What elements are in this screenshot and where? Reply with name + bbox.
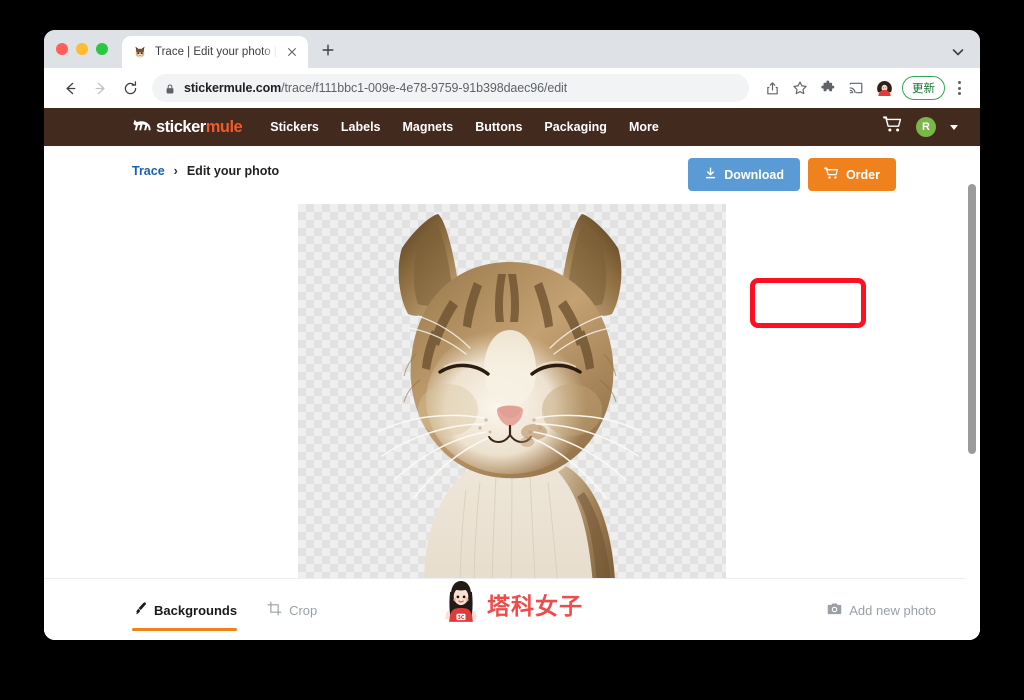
avatar[interactable]: R — [916, 117, 936, 137]
tab-crop[interactable]: Crop — [267, 579, 317, 640]
mule-favicon — [132, 44, 148, 60]
order-button[interactable]: Order — [807, 158, 896, 191]
profile-avatar-icon[interactable] — [871, 75, 897, 101]
chevron-down-icon[interactable] — [950, 124, 958, 130]
plus-icon — [321, 43, 335, 62]
web-page: stickermule Stickers Labels Magnets Butt… — [44, 108, 980, 640]
tab-title: Trace | Edit your photo | Sticker — [155, 46, 277, 58]
shopping-cart-icon — [824, 167, 839, 183]
url-path: /trace/f111bbc1-009e-4e78-9759-91b398dae… — [281, 81, 568, 95]
site-nav: Stickers Labels Magnets Buttons Packagin… — [270, 120, 659, 134]
camera-icon — [827, 602, 842, 619]
browser-toolbar: stickermule.com/trace/f111bbc1-009e-4e78… — [44, 68, 980, 108]
puzzle-icon[interactable] — [815, 75, 841, 101]
update-button[interactable]: 更新 — [902, 76, 945, 100]
url-text: stickermule.com/trace/f111bbc1-009e-4e78… — [184, 81, 567, 95]
svg-text:3C: 3C — [458, 615, 465, 621]
breadcrumb: Trace › Edit your photo — [132, 164, 279, 178]
close-window-button[interactable] — [56, 43, 68, 55]
update-label: 更新 — [912, 83, 935, 95]
tab-backgrounds[interactable]: Backgrounds — [132, 579, 238, 640]
browser-window: Trace | Edit your photo | Sticker — [44, 30, 980, 640]
window-traffic-lights — [56, 30, 122, 68]
mule-logo-icon — [132, 116, 152, 138]
browser-tab[interactable]: Trace | Edit your photo | Sticker — [122, 36, 308, 68]
nav-item-buttons[interactable]: Buttons — [475, 120, 522, 134]
photo-canvas[interactable] — [298, 204, 726, 599]
new-tab-button[interactable] — [314, 38, 342, 66]
back-arrow-icon[interactable] — [56, 74, 84, 102]
tab-backgrounds-label: Backgrounds — [154, 602, 238, 618]
girl-avatar-icon: 3C — [441, 579, 481, 628]
action-buttons: Download Order — [688, 158, 896, 191]
minimize-window-button[interactable] — [76, 43, 88, 55]
add-new-photo-button[interactable]: Add new photo — [827, 579, 936, 640]
star-icon[interactable] — [787, 75, 813, 101]
nav-item-labels[interactable]: Labels — [341, 120, 381, 134]
address-bar[interactable]: stickermule.com/trace/f111bbc1-009e-4e78… — [152, 74, 749, 102]
chevron-down-icon[interactable] — [950, 44, 966, 60]
nav-item-more[interactable]: More — [629, 120, 659, 134]
page-content: Trace › Edit your photo Download Order B… — [44, 146, 980, 640]
breadcrumb-current: Edit your photo — [186, 164, 280, 178]
download-button[interactable]: Download — [688, 158, 800, 191]
breadcrumb-link-trace[interactable]: Trace — [132, 164, 165, 178]
reload-icon[interactable] — [116, 74, 144, 102]
watermark: 3C 塔科女子 — [441, 579, 583, 628]
download-button-highlight-annotation — [750, 278, 866, 328]
cast-icon[interactable] — [843, 75, 869, 101]
site-header: stickermule Stickers Labels Magnets Butt… — [44, 108, 980, 146]
brand-text-primary: sticker — [156, 117, 206, 136]
nav-item-stickers[interactable]: Stickers — [270, 120, 319, 134]
nav-item-packaging[interactable]: Packaging — [544, 120, 607, 134]
brand-text: stickermule — [156, 117, 243, 137]
crop-icon — [267, 601, 282, 619]
url-domain: stickermule.com — [184, 81, 282, 95]
watermark-text: 塔科女子 — [487, 593, 583, 620]
forward-arrow-icon[interactable] — [86, 74, 114, 102]
download-button-label: Download — [724, 167, 784, 182]
maximize-window-button[interactable] — [96, 43, 108, 55]
sticker-mule-logo[interactable]: stickermule — [132, 116, 243, 138]
download-icon — [704, 167, 717, 183]
close-icon[interactable] — [284, 44, 300, 60]
page-scrollbar[interactable] — [965, 146, 979, 640]
site-header-right: R — [883, 116, 958, 138]
shopping-cart-icon[interactable] — [883, 116, 902, 138]
three-dot-menu-icon[interactable] — [948, 75, 970, 101]
brand-text-accent: mule — [205, 117, 243, 136]
nav-item-magnets[interactable]: Magnets — [403, 120, 454, 134]
cat-cutout-image — [377, 214, 643, 599]
editor-tool-tabs: Backgrounds Crop — [132, 579, 317, 640]
tab-crop-label: Crop — [289, 602, 318, 618]
order-button-label: Order — [845, 167, 880, 182]
paintbrush-icon — [132, 601, 147, 619]
share-icon[interactable] — [759, 75, 785, 101]
editor-bottom-bar: Backgrounds Crop Add new photo 3C 塔科女子 — [44, 578, 980, 640]
tab-strip: Trace | Edit your photo | Sticker — [44, 30, 980, 68]
breadcrumb-separator: › — [173, 164, 178, 178]
add-new-photo-label: Add new photo — [849, 602, 936, 618]
lock-icon — [164, 82, 176, 94]
page-scrollbar-thumb[interactable] — [968, 184, 976, 454]
